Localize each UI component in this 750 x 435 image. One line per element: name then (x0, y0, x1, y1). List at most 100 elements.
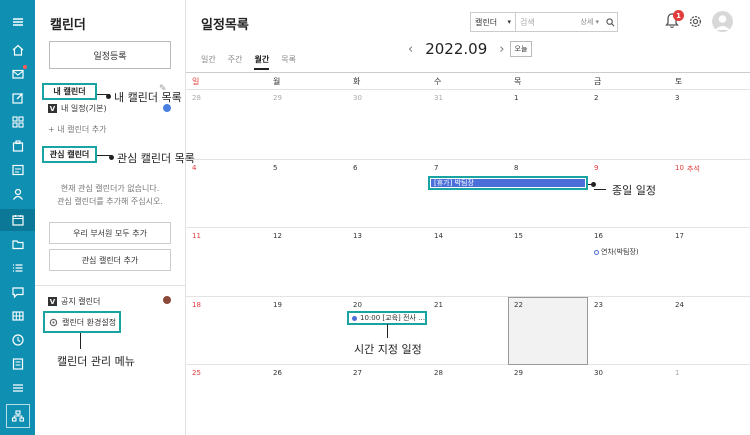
date-number[interactable]: 29 (514, 369, 523, 377)
tab-목록[interactable]: 목록 (281, 54, 296, 70)
grid-icon[interactable] (0, 305, 35, 327)
date-number[interactable]: 20 (353, 301, 362, 309)
interest-calendar-callout: 관심 캘린더 목록 (109, 152, 195, 165)
timed-callout: 시간 지정 일정 (354, 343, 422, 356)
public-calendar-item[interactable]: V 공지 캘린더 (48, 296, 100, 307)
folder-icon[interactable] (0, 233, 35, 255)
next-month-icon[interactable]: › (499, 42, 504, 57)
week-row (186, 228, 750, 297)
callout-line (387, 324, 388, 338)
date-number[interactable]: 29 (273, 94, 282, 102)
clipboard-icon[interactable] (0, 135, 35, 157)
search-scope-select[interactable]: 캘린더 ▾ (471, 13, 516, 31)
date-number[interactable]: 1 (675, 369, 679, 377)
avatar[interactable] (712, 11, 733, 32)
add-interest-calendar-button[interactable]: 관심 캘린더 추가 (49, 249, 171, 271)
search-scope-value: 캘린더 (475, 17, 498, 27)
date-number[interactable]: 27 (353, 369, 362, 377)
date-number[interactable]: 22 (514, 301, 523, 309)
date-number[interactable]: 5 (273, 164, 277, 172)
calendar-icon[interactable] (0, 209, 35, 231)
date-number[interactable]: 1 (514, 94, 518, 102)
date-number[interactable]: 4 (192, 164, 196, 172)
date-number[interactable]: 13 (353, 232, 362, 240)
date-number[interactable]: 7 (434, 164, 438, 172)
date-number[interactable]: 23 (594, 301, 603, 309)
date-number[interactable]: 15 (514, 232, 523, 240)
weekday-label: 토 (675, 77, 683, 86)
home-icon[interactable] (0, 39, 35, 61)
org-icon[interactable] (6, 404, 30, 428)
prev-month-icon[interactable]: ‹ (408, 42, 413, 57)
my-calendar-section[interactable]: 내 캘린더 (42, 83, 97, 100)
date-number[interactable]: 28 (434, 369, 443, 377)
add-my-calendar-link[interactable]: + 내 캘린더 추가 (48, 124, 107, 135)
sidebar-divider (35, 285, 186, 286)
menu-icon[interactable] (0, 11, 35, 33)
tab-월간[interactable]: 월간 (254, 54, 270, 70)
date-number[interactable]: 6 (353, 164, 357, 172)
date-number[interactable]: 14 (434, 232, 443, 240)
page-title: 일정목록 (201, 18, 249, 33)
today-button[interactable]: 오늘 (510, 41, 532, 57)
search-bar: 캘린더 ▾ 검색 상세 ▾ (470, 12, 618, 32)
card-icon[interactable] (0, 159, 35, 181)
public-calendar-color-dot (163, 296, 171, 304)
date-number[interactable]: 18 (192, 301, 201, 309)
tab-일간[interactable]: 일간 (201, 54, 216, 70)
notification-badge: 1 (673, 10, 684, 21)
leave-event[interactable]: 연차(박팀장) (594, 247, 639, 257)
event-dot-icon (352, 315, 357, 321)
mail-icon[interactable] (0, 63, 35, 85)
date-number[interactable]: 10 (675, 164, 684, 172)
allday-event[interactable]: [휴가] 박팀장 (428, 176, 588, 190)
search-icon[interactable] (603, 17, 617, 27)
date-number[interactable]: 17 (675, 232, 684, 240)
checkbox-icon[interactable]: V (48, 104, 57, 113)
month-navigator: ‹ 2022.09 › (408, 40, 504, 58)
date-number[interactable]: 31 (434, 94, 443, 102)
my-schedule-item[interactable]: V 내 일정(기본) (48, 103, 107, 114)
allday-event-label: [휴가] 박팀장 (431, 179, 585, 187)
date-number[interactable]: 3 (675, 94, 679, 102)
note-icon[interactable] (0, 353, 35, 375)
date-number[interactable]: 26 (273, 369, 282, 377)
apps-icon[interactable] (0, 111, 35, 133)
date-number[interactable]: 28 (192, 94, 201, 102)
callout-line (594, 189, 606, 190)
date-number[interactable]: 12 (273, 232, 282, 240)
chevron-down-icon: ▾ (507, 18, 511, 26)
allday-callout: 종일 일정 (612, 184, 656, 197)
date-number[interactable]: 24 (675, 301, 684, 309)
user-icon[interactable] (0, 183, 35, 205)
date-number[interactable]: 2 (594, 94, 598, 102)
stack-icon[interactable] (0, 377, 35, 399)
week-row (186, 90, 750, 160)
date-number[interactable]: 11 (192, 232, 201, 240)
date-number[interactable]: 30 (594, 369, 603, 377)
date-number[interactable]: 25 (192, 369, 201, 377)
date-number[interactable]: 8 (514, 164, 518, 172)
date-number[interactable]: 30 (353, 94, 362, 102)
search-detail-toggle[interactable]: 상세 ▾ (580, 17, 603, 27)
interest-calendar-section[interactable]: 관심 캘린더 (42, 146, 97, 163)
register-schedule-button[interactable]: 일정등록 (49, 41, 171, 69)
search-input[interactable]: 검색 (516, 17, 580, 28)
pencil-icon[interactable]: ✎ (159, 84, 167, 94)
add-dept-all-button[interactable]: 우리 부서원 모두 추가 (49, 222, 171, 244)
date-number[interactable]: 9 (594, 164, 598, 172)
timed-event[interactable]: 10:00 [교육] 전사 … (347, 311, 427, 325)
date-number[interactable]: 16 (594, 232, 603, 240)
checkbox-icon[interactable]: V (48, 297, 57, 306)
date-number[interactable]: 19 (273, 301, 282, 309)
list-icon[interactable] (0, 257, 35, 279)
chat-icon[interactable] (0, 281, 35, 303)
gear-icon[interactable] (688, 14, 703, 29)
edit-icon[interactable] (0, 87, 35, 109)
view-tabs: 일간 주간 월간 목록 (201, 54, 296, 70)
clock-icon[interactable] (0, 329, 35, 351)
my-calendar-callout: 내 캘린더 목록 (106, 91, 182, 104)
date-number[interactable]: 21 (434, 301, 443, 309)
tab-주간[interactable]: 주간 (228, 54, 243, 70)
calendar-settings-link[interactable]: 캘린더 환경설정 (43, 311, 121, 333)
